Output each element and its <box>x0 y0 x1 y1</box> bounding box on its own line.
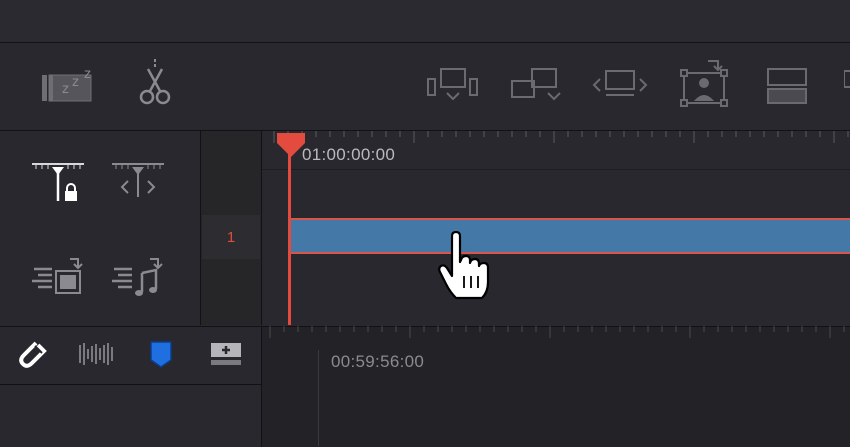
top-bar <box>0 0 850 43</box>
svg-text:z: z <box>62 82 69 97</box>
edit-toolbar: z z z <box>0 43 850 131</box>
timeline-options-bar <box>0 326 262 447</box>
svg-text:z: z <box>72 75 79 90</box>
svg-text:z: z <box>84 67 91 82</box>
track-number[interactable]: 1 <box>202 215 260 259</box>
trim-mode-panel <box>0 131 201 360</box>
timecode-main: 01:00:00:00 <box>302 145 396 164</box>
hand-pointer-icon <box>438 230 490 300</box>
audio-only-icon[interactable] <box>110 257 166 299</box>
smart-insert-icon[interactable] <box>426 67 480 107</box>
add-track-icon[interactable] <box>210 341 242 367</box>
ripple-overwrite-icon[interactable] <box>592 67 650 107</box>
dynamic-trim-icon[interactable] <box>110 161 166 205</box>
overview-position-line <box>318 350 319 446</box>
timecode-overview: 00:59:56:00 <box>331 352 425 371</box>
close-up-icon[interactable] <box>678 59 730 109</box>
trim-lock-icon[interactable] <box>30 161 86 205</box>
place-on-top-icon[interactable] <box>766 67 810 107</box>
source-overwrite-icon[interactable] <box>844 67 850 107</box>
playhead-marker-icon[interactable] <box>275 131 307 159</box>
snapping-magnet-icon[interactable] <box>18 341 48 371</box>
playhead-line[interactable] <box>288 150 291 325</box>
audio-video-icon[interactable] <box>30 257 86 299</box>
video-clip[interactable] <box>290 218 850 254</box>
options-divider <box>0 384 261 385</box>
flag-icon[interactable] <box>148 339 174 369</box>
append-icon[interactable] <box>510 67 564 107</box>
scissors-icon[interactable] <box>138 57 172 107</box>
audio-waveform-icon[interactable] <box>78 341 114 367</box>
snooze-icon[interactable]: z z z <box>40 67 98 107</box>
